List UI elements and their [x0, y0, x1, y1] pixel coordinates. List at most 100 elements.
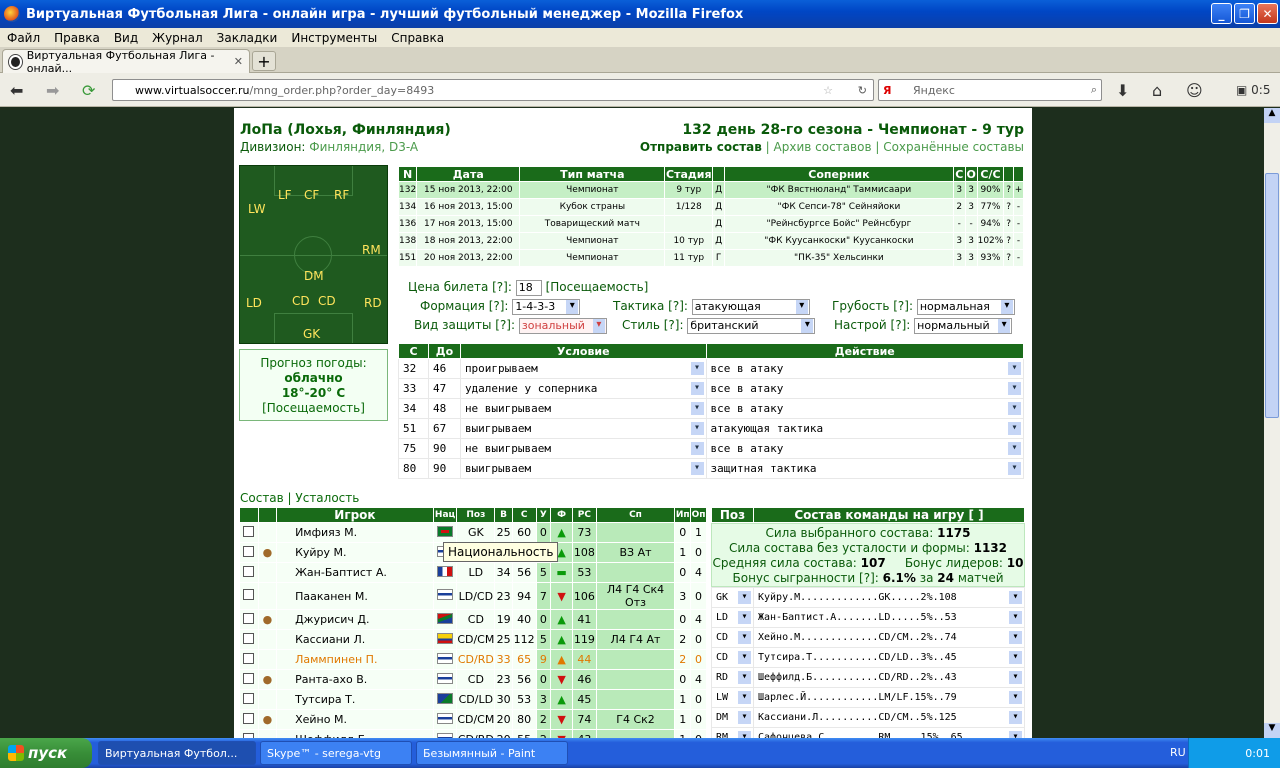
player-name[interactable]: Тутсира Т.	[276, 689, 434, 710]
lineup-player-select[interactable]: Сафонцева.С.........RM.....15%..65	[753, 727, 1025, 738]
lineup-pos-select[interactable]: LD	[711, 607, 754, 628]
minute-input[interactable]: 80	[398, 458, 429, 479]
match-cell[interactable]: "Рейнсбургсе Бойс" Рейнсбург	[723, 215, 954, 233]
reload-icon[interactable]: ⟳	[82, 81, 95, 100]
checkbox-icon[interactable]	[243, 652, 255, 664]
weather-attendance-link[interactable]: [Посещаемость]	[262, 401, 365, 415]
field-position[interactable]: LW	[248, 202, 265, 216]
match-row[interactable]: 132 15 ноя 2013, 22:00 Чемпионат 9 тур Д "ФК …	[397, 181, 1024, 199]
taskbar-item-skype[interactable]: Skype™ - serega-vtg	[260, 741, 412, 765]
menu-item-1[interactable]: Правка	[47, 31, 107, 45]
minute-input[interactable]: 48	[427, 398, 461, 419]
checkbox-icon[interactable]	[243, 612, 255, 624]
match-cell[interactable]: "ФК Сепси-78" Сейняйоки	[723, 198, 954, 216]
players-header[interactable]	[239, 507, 259, 523]
field-position[interactable]: DM	[304, 269, 324, 283]
lineup-pos-select[interactable]: RM	[711, 727, 754, 738]
player-nationality[interactable]	[432, 709, 458, 730]
back-icon[interactable]: ⬅	[10, 81, 23, 100]
action-select[interactable]: атакующая тактика	[705, 418, 1025, 439]
player-row[interactable]: Жан-Баптист А. LD 34 56 5 ▬ 53 0 4	[239, 562, 707, 583]
players-header[interactable]	[257, 507, 278, 523]
counter-icon[interactable]: ▣ 0:5	[1236, 83, 1270, 97]
player-row[interactable]: ● Хейно М. CD/CM 20 80 2 ▼ 74 Г4 Ск2 1 0	[239, 709, 707, 730]
player-checkbox[interactable]	[239, 669, 259, 690]
player-name[interactable]: Шеффилд Б.	[276, 729, 434, 738]
player-checkbox[interactable]	[239, 582, 259, 610]
send-lineup-link[interactable]: Отправить состав	[640, 140, 762, 154]
checkbox-icon[interactable]	[243, 692, 255, 704]
player-nationality[interactable]	[432, 729, 458, 738]
action-select[interactable]: защитная тактика	[705, 458, 1025, 479]
close-button[interactable]: ✕	[1257, 3, 1278, 24]
player-checkbox[interactable]	[239, 522, 259, 543]
player-nationality[interactable]	[432, 522, 458, 543]
field-position[interactable]: CD	[318, 294, 336, 308]
player-nationality[interactable]	[432, 629, 458, 650]
style-select[interactable]: британский	[687, 318, 816, 334]
scroll-thumb[interactable]	[1265, 173, 1279, 418]
minute-input[interactable]: 51	[398, 418, 429, 439]
field-position[interactable]: RM	[362, 243, 381, 257]
lineup-player-select[interactable]: Жан-Баптист.А.......LD.....5%..53	[753, 607, 1025, 628]
lineup-player-select[interactable]: Шарлес.Й............LM/LF.15%..79	[753, 687, 1025, 708]
saved-link[interactable]: Сохранённые составы	[883, 140, 1024, 154]
taskbar-item-paint[interactable]: Безымянный - Paint	[416, 741, 568, 765]
field-position[interactable]: LD	[246, 296, 262, 310]
refresh-icon[interactable]: ↻	[858, 84, 867, 97]
player-nationality[interactable]	[432, 689, 458, 710]
tab-lineup[interactable]: Состав	[240, 491, 284, 505]
minute-input[interactable]: 90	[427, 458, 461, 479]
lineup-pos-select[interactable]: CD	[711, 647, 754, 668]
lineup-pos-select[interactable]: CD	[711, 627, 754, 648]
field-position[interactable]: RF	[334, 188, 349, 202]
search-input[interactable]: Я Яндекс ⌕	[878, 79, 1102, 101]
player-name[interactable]: Пааканен М.	[276, 582, 434, 610]
player-row[interactable]: Пааканен М. LD/CD 23 94 7 ▼ 106 Л4 Г4 Ск4 Отз 3 0	[239, 582, 707, 610]
player-row[interactable]: Ламмпинен П. CD/RD 33 65 9 ▲ 44 2 0	[239, 649, 707, 670]
search-icon[interactable]: ⌕	[1091, 83, 1097, 97]
action-select[interactable]: все в атаку	[705, 398, 1025, 419]
lineup-pos-select[interactable]: LW	[711, 687, 754, 708]
minute-input[interactable]: 67	[427, 418, 461, 439]
defense-select[interactable]: зональный	[518, 318, 607, 334]
player-name[interactable]: Куйру М.	[276, 542, 434, 563]
field-position[interactable]: CF	[304, 188, 319, 202]
player-name[interactable]: Ранта-ахо В.	[276, 669, 434, 690]
taskbar-item-firefox[interactable]: Виртуальная Футбол...	[98, 741, 256, 765]
players-header[interactable]: Ип	[674, 507, 692, 523]
start-button[interactable]: пуск	[0, 738, 92, 768]
minute-input[interactable]: 32	[398, 358, 429, 379]
mood-select[interactable]: нормальный	[914, 318, 1013, 334]
player-nationality[interactable]	[432, 669, 458, 690]
lineup-pos-select[interactable]: RD	[711, 667, 754, 688]
checkbox-icon[interactable]	[243, 525, 255, 537]
player-checkbox[interactable]	[239, 709, 259, 730]
menu-item-2[interactable]: Вид	[107, 31, 145, 45]
match-row[interactable]: 151 20 ноя 2013, 22:00 Чемпионат 11 тур Г "ПК…	[397, 249, 1024, 267]
scroll-up-icon[interactable]: ▲	[1264, 108, 1280, 123]
checkbox-icon[interactable]	[243, 712, 255, 724]
menu-item-4[interactable]: Закладки	[210, 31, 285, 45]
players-header[interactable]: РС	[572, 507, 597, 523]
lineup-player-select[interactable]: Куйру.М.............GK.....2%.108	[753, 587, 1025, 608]
minute-input[interactable]: 46	[427, 358, 461, 379]
player-checkbox[interactable]	[239, 542, 259, 563]
players-header[interactable]: Оп	[690, 507, 707, 523]
players-header[interactable]: Поз	[456, 507, 496, 523]
action-select[interactable]: все в атаку	[705, 438, 1025, 459]
lineup-player-select[interactable]: Шеффилд.Б...........CD/RD..2%..43	[753, 667, 1025, 688]
field-position[interactable]: GK	[303, 327, 320, 341]
checkbox-icon[interactable]	[243, 672, 255, 684]
checkbox-icon[interactable]	[243, 565, 255, 577]
players-header[interactable]: С	[511, 507, 537, 523]
condition-select[interactable]: выигрываем	[459, 458, 707, 479]
language-indicator[interactable]: RU	[1170, 746, 1186, 759]
player-name[interactable]: Жан-Баптист А.	[276, 562, 434, 583]
player-row[interactable]: ● Джурисич Д. CD 19 40 0 ▲ 41 0 4	[239, 609, 707, 630]
player-row[interactable]: Кассиани Л. CD/CM 25 112 5 ▲ 119 Л4 Г4 Ат 2 0	[239, 629, 707, 650]
players-header[interactable]: В	[494, 507, 513, 523]
new-tab-button[interactable]: +	[252, 51, 276, 71]
menu-item-6[interactable]: Справка	[384, 31, 451, 45]
minimize-button[interactable]: _	[1211, 3, 1232, 24]
